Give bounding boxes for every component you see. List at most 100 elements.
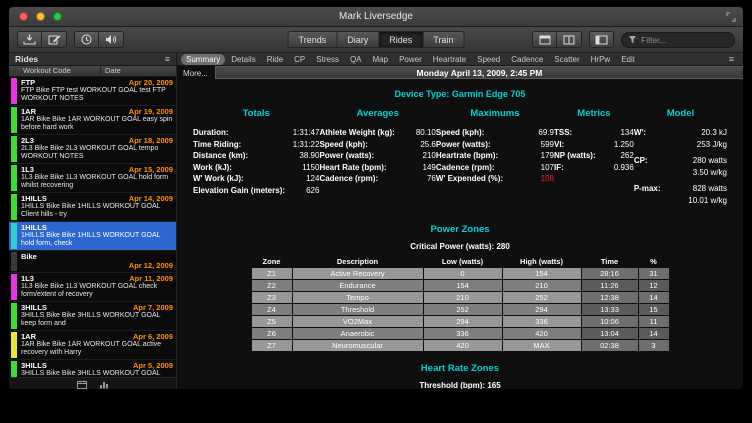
- power-zones-title: Power Zones: [177, 224, 743, 235]
- chart-icon[interactable]: [99, 380, 109, 389]
- ride-color-strip: [11, 252, 17, 271]
- ride-list-item[interactable]: 1ARApr 19, 2009 1AR Bike Bike 1AR WORKOU…: [9, 106, 176, 135]
- tab-scatter[interactable]: Scatter: [549, 54, 584, 65]
- zone-cell: MAX: [503, 340, 581, 351]
- ride-list-item[interactable]: 3HILLSApr 7, 2009 3HILLS Bike Bike 3HILL…: [9, 302, 176, 331]
- heart-rate-threshold: Threshold (bpm): 165: [177, 381, 743, 390]
- device-type: Device Type: Garmin Edge 705: [177, 89, 743, 99]
- ride-list-item[interactable]: 1L3Apr 15, 2009 1L3 Bike Bike 1L3 WORKOU…: [9, 164, 176, 193]
- minimize-button[interactable]: [36, 12, 45, 21]
- ride-list-item[interactable]: 1HILLSApr 14, 2009 1HILLS Bike Bike 1HIL…: [9, 193, 176, 222]
- ride-list-item[interactable]: FTPApr 20, 2009 FTP Bike FTP test WORKOU…: [9, 77, 176, 106]
- metric-value: 262: [620, 150, 633, 162]
- metric-value: 1:31:22: [293, 139, 320, 151]
- download-button[interactable]: [17, 31, 42, 48]
- metric-label: Speed (kph):: [436, 127, 539, 139]
- tab-speed[interactable]: Speed: [472, 54, 505, 65]
- ride-list-item-selected[interactable]: 1HILLS 1HILLS Bike Bike 1HILLS WORKOUT G…: [9, 222, 176, 251]
- ride-code: 1HILLS: [21, 223, 173, 232]
- column-workout-code[interactable]: Workout Code: [9, 66, 101, 76]
- zoom-button[interactable]: [53, 12, 62, 21]
- metric-value: 828 watts: [693, 183, 727, 195]
- zone-cell: 14: [639, 328, 669, 339]
- zone-cell: 0: [424, 268, 502, 279]
- ride-list-item[interactable]: 2L3Apr 18, 2009 2L3 Bike Bike 2L3 WORKOU…: [9, 135, 176, 164]
- view-switcher: Trends Diary Rides Train: [288, 31, 465, 48]
- tab-diary[interactable]: Diary: [337, 31, 379, 48]
- sidebar-menu-icon[interactable]: ≡: [165, 55, 170, 64]
- tab-label: Train: [433, 35, 453, 45]
- tab-edit[interactable]: Edit: [616, 54, 640, 65]
- metric-value: 38.90: [299, 150, 319, 162]
- zone-cell: Z6: [252, 328, 292, 339]
- metric-label: NP (watts):: [554, 150, 620, 162]
- filter-funnel-icon[interactable]: [628, 35, 638, 44]
- tab-power[interactable]: Power: [394, 54, 427, 65]
- tab-cp[interactable]: CP: [289, 54, 310, 65]
- tab-map[interactable]: Map: [368, 54, 394, 65]
- fullscreen-icon[interactable]: [726, 12, 736, 22]
- ride-code: 2L3: [21, 136, 129, 145]
- tab-heartrate[interactable]: Heartrate: [428, 54, 471, 65]
- more-link[interactable]: More...: [177, 66, 215, 79]
- tab-ride[interactable]: Ride: [262, 54, 288, 65]
- layout-split-button[interactable]: [557, 31, 582, 48]
- metric-value-alert: 108: [541, 173, 554, 185]
- single-pane-icon: [539, 35, 551, 45]
- list-column-header[interactable]: Workout Code Date: [9, 66, 176, 77]
- ride-list[interactable]: FTPApr 20, 2009 FTP Bike FTP test WORKOU…: [9, 77, 176, 377]
- ride-list-item[interactable]: 1ARApr 6, 2009 1AR Bike Bike 1AR WORKOUT…: [9, 331, 176, 360]
- ride-date: Apr 19, 2009: [129, 107, 173, 116]
- zone-cell: 11:26: [582, 280, 638, 291]
- ride-description: 1L3 Bike Bike 1L3 WORKOUT GOAL hold form…: [21, 174, 173, 190]
- layout-toggle-group: [532, 31, 582, 48]
- tab-train[interactable]: Train: [423, 31, 464, 48]
- clock-button[interactable]: [74, 31, 99, 48]
- metric-value: 179: [541, 150, 554, 162]
- main-toolbar: Trends Diary Rides Train: [9, 27, 743, 53]
- ride-color-strip: [11, 274, 17, 300]
- layout-single-button[interactable]: [532, 31, 557, 48]
- metric-value: 0.936: [614, 162, 634, 174]
- metrics-section: Metrics TSS:134 VI:1.250 NP (watts):262 …: [554, 108, 634, 211]
- filter-field[interactable]: [621, 32, 735, 48]
- summary-columns: Totals Duration:1:31:47 Time Riding:1:31…: [177, 108, 743, 211]
- metric-label: Heart Rate (bpm):: [319, 162, 422, 174]
- tab-stress[interactable]: Stress: [311, 54, 344, 65]
- tab-hrpw[interactable]: HrPw: [586, 54, 616, 65]
- ride-color-strip: [11, 303, 17, 329]
- ride-color-strip: [11, 332, 17, 358]
- metric-value: 107: [541, 162, 554, 174]
- ride-date: Apr 11, 2009: [129, 274, 173, 283]
- model-section: Model W':20.3 kJ 253 J/kg CP:280 watts 3…: [634, 108, 727, 211]
- tab-cadence[interactable]: Cadence: [506, 54, 548, 65]
- compose-button[interactable]: [42, 31, 67, 48]
- ride-list-item[interactable]: 1L3Apr 11, 2009 1L3 Bike Bike 1L3 WORKOU…: [9, 273, 176, 302]
- sidebar-toggle-button[interactable]: [589, 31, 614, 48]
- zone-cell: 28:16: [582, 268, 638, 279]
- clock-icon: [81, 34, 92, 45]
- tab-summary[interactable]: Summary: [181, 54, 225, 65]
- title-bar[interactable]: Mark Liversedge: [9, 7, 743, 27]
- sidebar-header[interactable]: Rides ≡: [9, 53, 177, 65]
- tab-rides[interactable]: Rides: [379, 31, 423, 48]
- filter-input[interactable]: [641, 35, 719, 45]
- ride-list-item[interactable]: 3HILLSApr 5, 2009 3HILLS Bike Bike 3HILL…: [9, 360, 176, 377]
- speaker-button[interactable]: [99, 31, 124, 48]
- zone-cell: Active Recovery: [293, 268, 423, 279]
- compose-icon: [48, 34, 61, 45]
- tab-details[interactable]: Details: [226, 54, 260, 65]
- ride-date: Apr 6, 2009: [133, 332, 173, 341]
- column-date[interactable]: Date: [101, 66, 176, 76]
- zone-cell: Endurance: [293, 280, 423, 291]
- ride-list-item[interactable]: BikeApr 12, 2009: [9, 251, 176, 273]
- metric-value: 1150: [302, 162, 319, 174]
- tab-qa[interactable]: QA: [345, 54, 367, 65]
- metric-value: 1.250: [614, 139, 634, 151]
- tab-trends[interactable]: Trends: [288, 31, 338, 48]
- chart-tabs-menu-icon[interactable]: ≡: [729, 55, 739, 64]
- calendar-icon[interactable]: [77, 380, 87, 389]
- metric-value: 76: [427, 173, 436, 185]
- ride-description: 1L3 Bike Bike 1L3 WORKOUT GOAL check for…: [21, 283, 173, 299]
- close-button[interactable]: [19, 12, 28, 21]
